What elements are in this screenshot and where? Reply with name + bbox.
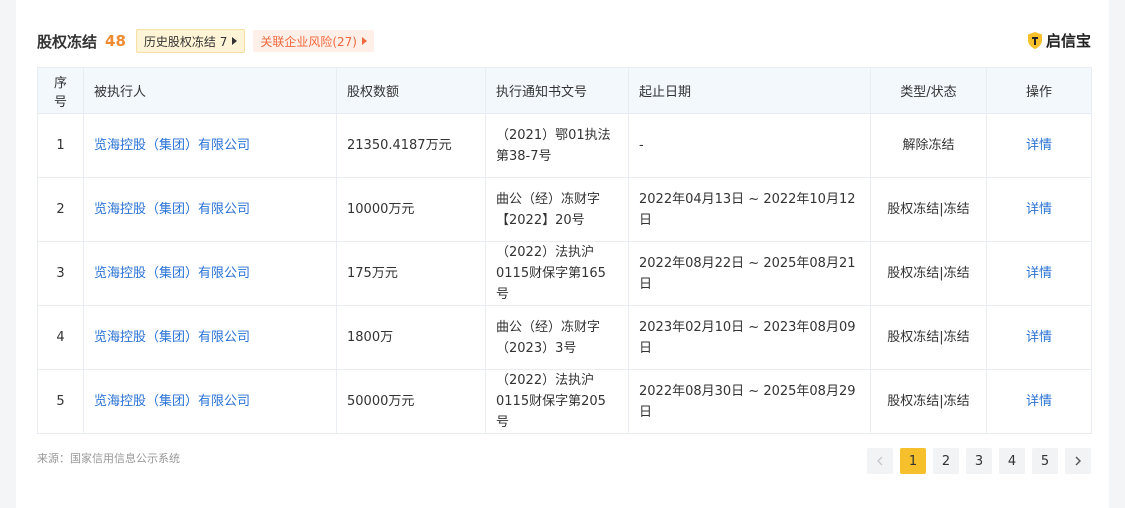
cell-amount: 1800万 [336, 305, 486, 370]
page-button-4[interactable]: 4 [999, 448, 1025, 474]
table-row: 4 览海控股（集团）有限公司 1800万 曲公（经）冻财字（2023）3号 20… [37, 305, 1092, 370]
table-row: 1 览海控股（集团）有限公司 21350.4187万元 （2021）鄂01执法第… [37, 113, 1092, 178]
cell-party-link[interactable]: 览海控股（集团）有限公司 [83, 113, 337, 178]
chevron-right-icon [1075, 456, 1081, 466]
chevron-left-icon [877, 456, 883, 466]
history-freeze-label: 历史股权冻结 7 [143, 34, 228, 49]
cell-amount: 50000万元 [336, 369, 486, 434]
detail-link[interactable]: 详情 [986, 369, 1092, 434]
cell-type: 解除冻结 [870, 113, 987, 178]
section-header: 股权冻结 48 历史股权冻结 7 关联企业风险(27) [37, 28, 374, 54]
history-freeze-tag[interactable]: 历史股权冻结 7 [135, 29, 246, 53]
detail-link[interactable]: 详情 [986, 241, 1092, 306]
next-page-button[interactable] [1065, 448, 1091, 474]
table-row: 2 览海控股（集团）有限公司 10000万元 曲公（经）冻财字【2022】20号… [37, 177, 1092, 242]
page-button-3[interactable]: 3 [966, 448, 992, 474]
cell-doc: （2022）法执沪0115财保字第165号 [485, 241, 629, 306]
cell-dates: - [628, 113, 871, 178]
related-risk-label: 关联企业风险(27) [260, 34, 357, 49]
cell-amount: 175万元 [336, 241, 486, 306]
caret-right-icon [232, 37, 238, 45]
cell-dates: 2022年08月22日 ~ 2025年08月21日 [628, 241, 871, 306]
cell-doc: （2022）法执沪0115财保字第205号 [485, 369, 629, 434]
cell-party-link[interactable]: 览海控股（集团）有限公司 [83, 241, 337, 306]
table-row: 3 览海控股（集团）有限公司 175万元 （2022）法执沪0115财保字第16… [37, 241, 1092, 306]
caret-right-icon [361, 37, 367, 45]
page-button-5[interactable]: 5 [1032, 448, 1058, 474]
equity-freeze-card: 股权冻结 48 历史股权冻结 7 关联企业风险(27) 启信宝 序号 被执行人 … [16, 0, 1109, 508]
col-dates: 起止日期 [628, 67, 871, 114]
col-seq: 序号 [37, 67, 84, 114]
table-header-row: 序号 被执行人 股权数额 执行通知书文号 起止日期 类型/状态 操作 [37, 67, 1092, 114]
cell-dates: 2022年04月13日 ~ 2022年10月12日 [628, 177, 871, 242]
detail-link[interactable]: 详情 [986, 113, 1092, 178]
cell-party-link[interactable]: 览海控股（集团）有限公司 [83, 369, 337, 434]
brand-logo: 启信宝 [1027, 30, 1091, 51]
col-doc: 执行通知书文号 [485, 67, 629, 114]
shield-logo-icon [1027, 32, 1042, 49]
cell-seq: 3 [37, 241, 84, 306]
page-button-2[interactable]: 2 [933, 448, 959, 474]
cell-type: 股权冻结|冻结 [870, 305, 987, 370]
cell-seq: 5 [37, 369, 84, 434]
detail-link[interactable]: 详情 [986, 177, 1092, 242]
cell-dates: 2022年08月30日 ~ 2025年08月29日 [628, 369, 871, 434]
cell-doc: （2021）鄂01执法第38-7号 [485, 113, 629, 178]
page-button-1[interactable]: 1 [900, 448, 926, 474]
freeze-table: 序号 被执行人 股权数额 执行通知书文号 起止日期 类型/状态 操作 1 览海控… [37, 67, 1092, 434]
col-type: 类型/状态 [870, 67, 987, 114]
brand-name: 启信宝 [1045, 32, 1091, 50]
col-op: 操作 [986, 67, 1092, 114]
related-risk-tag[interactable]: 关联企业风险(27) [253, 30, 374, 52]
section-title: 股权冻结 [37, 32, 98, 51]
detail-link[interactable]: 详情 [986, 305, 1092, 370]
cell-amount: 21350.4187万元 [336, 113, 486, 178]
cell-seq: 1 [37, 113, 84, 178]
cell-type: 股权冻结|冻结 [870, 177, 987, 242]
col-amount: 股权数额 [336, 67, 486, 114]
prev-page-button[interactable] [867, 448, 893, 474]
cell-party-link[interactable]: 览海控股（集团）有限公司 [83, 305, 337, 370]
cell-seq: 2 [37, 177, 84, 242]
cell-doc: 曲公（经）冻财字【2022】20号 [485, 177, 629, 242]
cell-amount: 10000万元 [336, 177, 486, 242]
table-row: 5 览海控股（集团）有限公司 50000万元 （2022）法执沪0115财保字第… [37, 369, 1092, 434]
data-source: 来源：国家信用信息公示系统 [37, 452, 180, 465]
cell-party-link[interactable]: 览海控股（集团）有限公司 [83, 177, 337, 242]
cell-type: 股权冻结|冻结 [870, 241, 987, 306]
pagination: 1 2 3 4 5 [860, 448, 1091, 474]
col-party: 被执行人 [83, 67, 337, 114]
cell-doc: 曲公（经）冻财字（2023）3号 [485, 305, 629, 370]
cell-dates: 2023年02月10日 ~ 2023年08月09日 [628, 305, 871, 370]
cell-type: 股权冻结|冻结 [870, 369, 987, 434]
cell-seq: 4 [37, 305, 84, 370]
record-count: 48 [105, 32, 126, 50]
